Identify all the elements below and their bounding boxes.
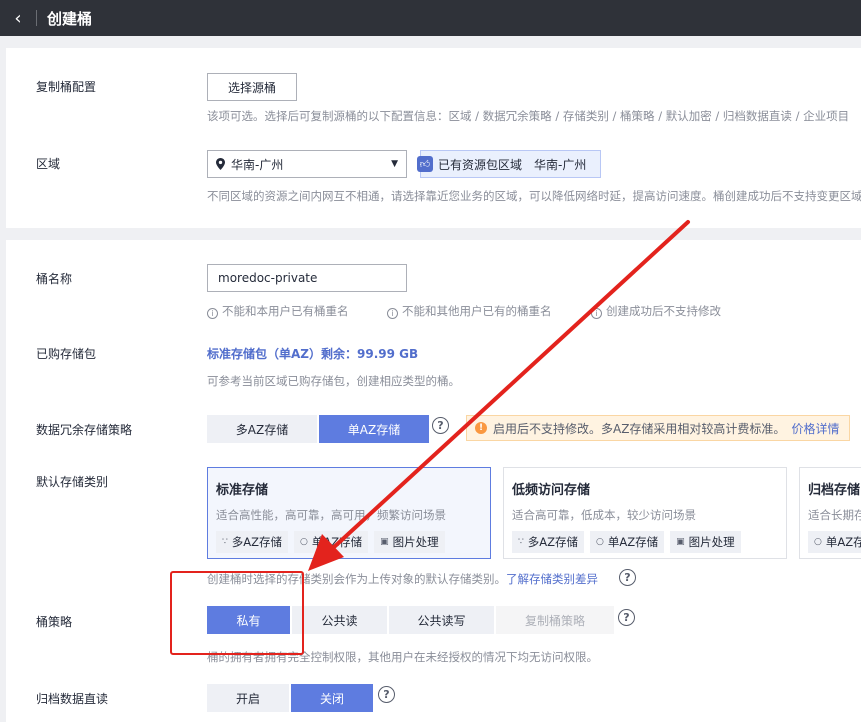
storage-card-title: 低频访问存储 xyxy=(512,483,591,498)
package-value: 标准存储包（单AZ）剩余：99.99 GB xyxy=(207,347,419,361)
caret-down-icon: ▼ xyxy=(391,159,398,169)
circle-icon: ○ xyxy=(814,537,822,547)
storage-card-standard[interactable]: 标准存储 适合高性能，高可靠，高可用，频繁访问场景 ∵ 多AZ存储 ○ 单AZ存储 … xyxy=(207,467,491,559)
thumbs-up-icon: 👍︎ xyxy=(417,156,433,172)
divider xyxy=(36,10,37,26)
archive-read-segmented: 开启 关闭 xyxy=(207,684,375,712)
bucket-name-input[interactable]: moredoc-private xyxy=(207,264,407,292)
region-hint: 不同区域的资源之间内网互不相通，请选择靠近您业务的区域，可以降低网络时延，提高访… xyxy=(207,189,861,203)
tag-prefix: 已有资源包区域 xyxy=(438,157,523,172)
bucket-config-card: 桶名称 moredoc-private i 不能和本用户已有桶重名 i 不能和其他用… xyxy=(6,240,861,722)
chevron-left-icon[interactable]: ‹ xyxy=(0,0,36,36)
policy-public-read-write-option[interactable]: 公共读写 xyxy=(389,606,494,634)
region-label: 区域 xyxy=(36,157,61,171)
help-icon[interactable]: ? xyxy=(619,569,636,586)
feature-tag: ∵ 多AZ存储 xyxy=(512,531,584,553)
storage-card-desc: 适合长期存储 xyxy=(808,508,861,522)
page-title: 创建桶 xyxy=(47,9,93,28)
top-bar: ‹ 创建桶 xyxy=(0,0,861,36)
package-label: 已购存储包 xyxy=(36,347,97,361)
redundancy-warning: ! 启用后不支持修改。多AZ存储采用相对较高计费标准。 价格详情 xyxy=(466,415,851,441)
storage-class-diff-link[interactable]: 了解存储类别差异 xyxy=(506,572,598,586)
price-details-link[interactable]: 价格详情 xyxy=(791,420,839,437)
feature-tag: ○单AZ存储 xyxy=(808,531,861,553)
redundancy-segmented: 多AZ存储 单AZ存储 xyxy=(207,415,431,443)
storage-card-desc: 适合高性能，高可靠，高可用，频繁访问场景 xyxy=(216,508,446,522)
feature-tag: ▣ 图片处理 xyxy=(374,531,445,553)
archive-read-on-option[interactable]: 开启 xyxy=(207,684,289,712)
storage-class-hint: 创建桶时选择的存储类别会作为上传对象的默认存储类别。了解存储类别差异 xyxy=(207,572,598,586)
storage-card-infrequent[interactable]: 低频访问存储 适合高可靠，低成本，较少访问场景 ∵ 多AZ存储 ○ 单AZ存储 ▣ 图… xyxy=(503,467,787,559)
bucket-name-rule-1: i 不能和本用户已有桶重名 xyxy=(207,303,349,319)
archive-read-label: 归档数据直读 xyxy=(36,692,109,706)
policy-copy-option: 复制桶策略 xyxy=(496,606,614,634)
info-icon: i xyxy=(387,308,398,319)
replicate-label: 复制桶配置 xyxy=(36,80,97,94)
region-select[interactable]: 华南-广州 ▼ xyxy=(207,150,407,178)
bucket-name-rule-2: i 不能和其他用户已有的桶重名 xyxy=(387,303,552,319)
storage-card-title: 标准存储 xyxy=(216,483,269,498)
redundancy-label: 数据冗余存储策略 xyxy=(36,423,133,437)
help-icon[interactable]: ? xyxy=(378,686,395,703)
storage-class-label: 默认存储类别 xyxy=(36,475,109,489)
circle-icon: ○ xyxy=(299,537,308,547)
circle-icon: ○ xyxy=(595,537,604,547)
archive-read-off-option[interactable]: 关闭 xyxy=(291,684,373,712)
location-pin-icon xyxy=(216,158,225,170)
help-icon[interactable]: ? xyxy=(618,609,635,626)
image-icon: ▣ xyxy=(676,537,685,547)
image-icon: ▣ xyxy=(380,537,389,547)
info-icon: i xyxy=(207,308,218,319)
package-hint: 可参考当前区域已购存储包，创建相应类型的桶。 xyxy=(207,374,460,388)
feature-tag: ○单AZ存储 xyxy=(293,531,369,553)
select-source-bucket-button[interactable]: 选择源桶 xyxy=(207,73,297,101)
feature-tag: ▣ 图片处理 xyxy=(670,531,741,553)
policy-label: 桶策略 xyxy=(36,615,73,629)
bucket-name-rule-3: i 创建成功后不支持修改 xyxy=(591,303,721,319)
replicate-hint: 该项可选。选择后可复制源桶的以下配置信息：区域 / 数据冗余策略 / 存储类别 … xyxy=(207,109,850,123)
policy-segmented: 私有 公共读 公共读写 复制桶策略 xyxy=(207,606,616,634)
region-value: 华南-广州 xyxy=(231,157,284,172)
replicate-region-card: 复制桶配置 选择源桶 该项可选。选择后可复制源桶的以下配置信息：区域 / 数据冗… xyxy=(6,48,861,228)
nodes-icon: ∵ xyxy=(222,537,228,547)
nodes-icon: ∵ xyxy=(518,537,524,547)
policy-public-read-option[interactable]: 公共读 xyxy=(292,606,387,634)
storage-card-archive[interactable]: 归档存储 适合长期存储 ○单AZ存储 xyxy=(799,467,861,559)
storage-card-title: 归档存储 xyxy=(808,483,861,498)
feature-tag: ○单AZ存储 xyxy=(589,531,665,553)
bucket-name-label: 桶名称 xyxy=(36,272,73,286)
warning-icon: ! xyxy=(475,422,487,434)
storage-card-desc: 适合高可靠，低成本，较少访问场景 xyxy=(512,508,696,522)
info-icon: i xyxy=(591,308,602,319)
resource-package-region-tag: 👍︎ 已有资源包区域 华南-广州 xyxy=(417,150,601,178)
help-icon[interactable]: ? xyxy=(432,417,449,434)
policy-private-option[interactable]: 私有 xyxy=(207,606,290,634)
policy-hint: 桶的拥有者拥有完全控制权限，其他用户在未经授权的情况下均无访问权限。 xyxy=(207,650,598,664)
multi-az-option[interactable]: 多AZ存储 xyxy=(207,415,317,443)
feature-tag: ∵ 多AZ存储 xyxy=(216,531,288,553)
tag-region: 华南-广州 xyxy=(534,157,587,172)
single-az-option[interactable]: 单AZ存储 xyxy=(319,415,429,443)
